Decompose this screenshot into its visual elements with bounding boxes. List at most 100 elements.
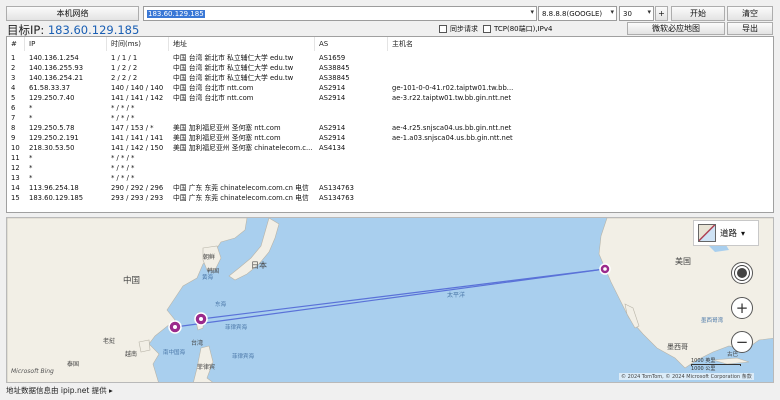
export-button[interactable]: 导出: [727, 22, 773, 35]
cell-address: 中国 台湾 新北市 私立辅仁大学 edu.tw: [173, 74, 294, 82]
table-row[interactable]: 7 * * / * / *: [7, 113, 773, 123]
cell-as: AS4134: [319, 144, 346, 152]
cell-num: 4: [11, 84, 16, 92]
cell-num: 1: [11, 54, 16, 62]
cell-hostname: ge-101-0-0-41.r02.taiptw01.tw.bb...: [392, 84, 514, 92]
local-network-button[interactable]: 本机网络: [6, 6, 139, 21]
checkbox-box[interactable]: [439, 25, 447, 33]
cell-as: AS1659: [319, 54, 346, 62]
map-copyright: © 2024 TomTom, © 2024 Microsoft Corporat…: [619, 373, 754, 380]
cell-num: 3: [11, 74, 16, 82]
cell-num: 15: [11, 194, 20, 202]
map-label-thailand: 泰国: [67, 361, 80, 368]
table-row[interactable]: 12 * * / * / *: [7, 163, 773, 173]
tcp-checkbox[interactable]: TCP(80端口),IPv4: [483, 24, 552, 34]
cell-ip: *: [29, 114, 33, 122]
chevron-down-icon: ▾: [610, 8, 614, 16]
target-input[interactable]: 183.60.129.185 ▾: [143, 6, 537, 21]
checkbox-box[interactable]: [483, 25, 491, 33]
table-row[interactable]: 13 * * / * / *: [7, 173, 773, 183]
chevron-down-icon: ▾: [741, 228, 746, 238]
cell-address: 中国 台湾 新北市 私立辅仁大学 edu.tw: [173, 54, 294, 62]
bing-map-button[interactable]: 微软必应地图: [627, 22, 725, 35]
cell-address: 美国 加利福尼亚州 圣何塞 chinatelecom.c...: [173, 144, 313, 152]
cell-num: 8: [11, 124, 16, 132]
cell-ip: 129.250.2.191: [29, 134, 79, 142]
column-header-hostname[interactable]: 主机名: [388, 37, 773, 51]
table-row[interactable]: 6 * * / * / *: [7, 103, 773, 113]
cell-address: 中国 台湾 台北市 ntt.com: [173, 84, 254, 92]
column-header-ip[interactable]: IP: [25, 37, 107, 51]
column-header-time[interactable]: 时间(ms): [107, 37, 169, 51]
table-row[interactable]: 1 140.136.1.254 1 / 1 / 1 中国 台湾 新北市 私立辅仁大学 …: [7, 53, 773, 63]
dns-select[interactable]: 8.8.8.8(GOOGLE) ▾: [538, 6, 617, 21]
cell-ip: 140.136.254.21: [29, 74, 84, 82]
cell-ip: 140.136.255.93: [29, 64, 84, 72]
cell-time: * / * / *: [111, 114, 135, 122]
cell-num: 5: [11, 94, 16, 102]
cell-time: * / * / *: [111, 174, 135, 182]
chevron-down-icon: ▾: [647, 8, 651, 16]
map-label-gulf-mexico: 墨西哥湾: [701, 318, 724, 324]
table-row[interactable]: 2 140.136.255.93 1 / 2 / 2 中国 台湾 新北市 私立辅仁大学…: [7, 63, 773, 73]
target-ip-prefix: 目标IP:: [7, 23, 45, 37]
table-row[interactable]: 4 61.58.33.37 140 / 140 / 140 中国 台湾 台北市 ntt…: [7, 83, 773, 93]
table-row[interactable]: 10 218.30.53.50 141 / 142 / 150 美国 加利福尼亚州 圣…: [7, 143, 773, 153]
column-header-address[interactable]: 地址: [169, 37, 315, 51]
cell-time: 141 / 142 / 150: [111, 144, 164, 152]
cell-as: AS134763: [319, 194, 354, 202]
footer-source-link[interactable]: 地址数据信息由 ipip.net 提供 ▸: [6, 385, 113, 396]
bing-logo: Microsoft Bing: [11, 368, 54, 375]
cell-time: 141 / 141 / 142: [111, 94, 164, 102]
sync-checkbox[interactable]: 同步请求: [439, 24, 478, 34]
table-row[interactable]: 15 183.60.129.185 293 / 293 / 293 中国 广东 东莞 …: [7, 193, 773, 203]
map-label-china: 中国: [123, 276, 141, 286]
cell-num: 14: [11, 184, 20, 192]
column-header-as[interactable]: AS: [315, 37, 388, 51]
map-label-pacific: 太平洋: [447, 292, 466, 299]
table-row[interactable]: 8 129.250.5.78 147 / 153 / * 美国 加利福尼亚州 圣何塞 …: [7, 123, 773, 133]
map-style-selector[interactable]: 道路 ▾: [693, 220, 759, 246]
cell-num: 10: [11, 144, 20, 152]
cell-ip: 218.30.53.50: [29, 144, 75, 152]
cell-as: AS2914: [319, 134, 346, 142]
cell-num: 11: [11, 154, 20, 162]
map-label-ph-sea-2: 菲律宾海: [232, 354, 255, 360]
clear-button[interactable]: 清空: [727, 6, 773, 21]
cell-time: 140 / 140 / 140: [111, 84, 164, 92]
table-row[interactable]: 3 140.136.254.21 2 / 2 / 2 中国 台湾 新北市 私立辅仁大学…: [7, 73, 773, 83]
cell-address: 中国 广东 东莞 chinatelecom.com.cn 电信: [173, 184, 309, 192]
cell-hostname: ae-1.a03.snjsca04.us.bb.gin.ntt.net: [392, 134, 513, 142]
cell-num: 9: [11, 134, 16, 142]
cell-ip: *: [29, 164, 33, 172]
cell-ip: *: [29, 154, 33, 162]
trace-table: # IP 时间(ms) 地址 AS 主机名 1 140.136.1.254 1 / …: [6, 36, 774, 213]
table-row[interactable]: 5 129.250.7.40 141 / 141 / 142 中国 台湾 台北市 nt…: [7, 93, 773, 103]
target-ip-link[interactable]: 183.60.129.185: [48, 23, 139, 37]
add-button[interactable]: +: [655, 6, 668, 21]
map-label-east-china-sea: 东海: [215, 302, 227, 308]
start-button[interactable]: 开始: [671, 6, 725, 21]
zoom-in-button[interactable]: +: [731, 297, 753, 319]
cell-time: * / * / *: [111, 164, 135, 172]
cell-num: 13: [11, 174, 20, 182]
cell-as: AS38845: [319, 74, 350, 82]
cell-address: 中国 广东 东莞 chinatelecom.com.cn 电信: [173, 194, 309, 202]
cell-address: 中国 台湾 台北市 ntt.com: [173, 94, 254, 102]
table-row[interactable]: 14 113.96.254.18 290 / 292 / 296 中国 广东 东莞 c…: [7, 183, 773, 193]
map-label-ph-sea: 菲律宾海: [225, 325, 248, 331]
count-select[interactable]: 30 ▾: [619, 6, 654, 21]
cell-num: 2: [11, 64, 16, 72]
zoom-out-button[interactable]: −: [731, 331, 753, 353]
cell-time: 141 / 141 / 141: [111, 134, 164, 142]
route-map[interactable]: 中国 韩国 朝鲜 日本 黄海 东海 台湾 南中国海 菲律宾海 菲律宾海 菲律宾 …: [6, 217, 774, 383]
cell-as: AS134763: [319, 184, 354, 192]
table-row[interactable]: 9 129.250.2.191 141 / 141 / 141 美国 加利福尼亚州 圣…: [7, 133, 773, 143]
locate-icon[interactable]: [731, 262, 753, 284]
cell-as: AS2914: [319, 94, 346, 102]
table-row[interactable]: 11 * * / * / *: [7, 153, 773, 163]
column-header-num[interactable]: #: [7, 37, 25, 51]
chevron-down-icon[interactable]: ▾: [530, 8, 534, 16]
map-label-taiwan: 台湾: [191, 340, 204, 347]
map-label-mexico: 墨西哥: [667, 343, 688, 351]
